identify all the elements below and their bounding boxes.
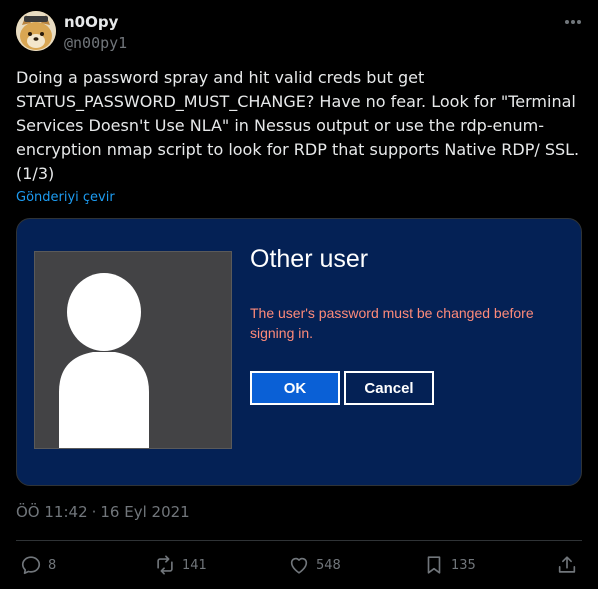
repost-button[interactable]: 141 — [154, 552, 207, 578]
reply-button[interactable]: 8 — [20, 552, 56, 578]
dialog-message-line: signing in. — [250, 325, 314, 341]
divider — [16, 540, 582, 541]
more-options-button[interactable] — [560, 10, 586, 34]
tweet-text-line: (1/3) — [16, 164, 55, 183]
dialog-title: Other user — [250, 245, 369, 273]
post-date: 16 Eyl 2021 — [100, 503, 190, 521]
author-handle[interactable]: @n00py1 — [64, 34, 127, 52]
more-icon — [565, 20, 581, 24]
dialog-error-message: The user's password must be changed befo… — [250, 303, 560, 343]
bookmark-icon — [427, 556, 441, 574]
share-icon — [558, 556, 576, 573]
avatar-image — [16, 11, 56, 51]
tweet-text: Doing a password spray and hit valid cre… — [16, 66, 586, 186]
share-button[interactable] — [556, 552, 578, 578]
like-count: 548 — [316, 557, 341, 573]
avatar[interactable] — [16, 11, 56, 51]
like-icon — [290, 557, 308, 574]
tweet-text-line: Services Doesn't Use NLA" in Nessus outp… — [16, 116, 545, 135]
repost-icon — [157, 555, 173, 575]
reply-count: 8 — [48, 557, 57, 573]
tweet-text-line: STATUS_PASSWORD_MUST_CHANGE? Have no fea… — [16, 92, 576, 111]
timestamp-separator: · — [91, 503, 97, 521]
repost-count: 141 — [182, 557, 207, 573]
dialog-message-line: The user's password must be changed befo… — [250, 305, 534, 321]
user-tile — [34, 251, 232, 449]
translate-post-link[interactable]: Gönderiyi çevir — [16, 190, 115, 205]
like-button[interactable]: 548 — [288, 552, 341, 578]
user-silhouette-icon — [59, 273, 149, 448]
author-name[interactable]: n0Opy — [64, 13, 118, 31]
post-time: ÖÖ 11:42 — [16, 503, 88, 521]
tweet-media-image[interactable]: Other user The user's password must be c… — [16, 218, 582, 486]
post-timestamp[interactable]: ÖÖ 11:42 · 16 Eyl 2021 — [16, 503, 190, 521]
tweet-text-line: encryption nmap script to look for RDP t… — [16, 140, 580, 159]
cancel-button[interactable]: Cancel — [344, 371, 434, 405]
bookmark-count: 135 — [451, 557, 476, 573]
bookmark-button[interactable]: 135 — [423, 552, 476, 578]
reply-icon — [21, 556, 41, 575]
tweet-text-line: Doing a password spray and hit valid cre… — [16, 68, 425, 87]
ok-button[interactable]: OK — [250, 371, 340, 405]
